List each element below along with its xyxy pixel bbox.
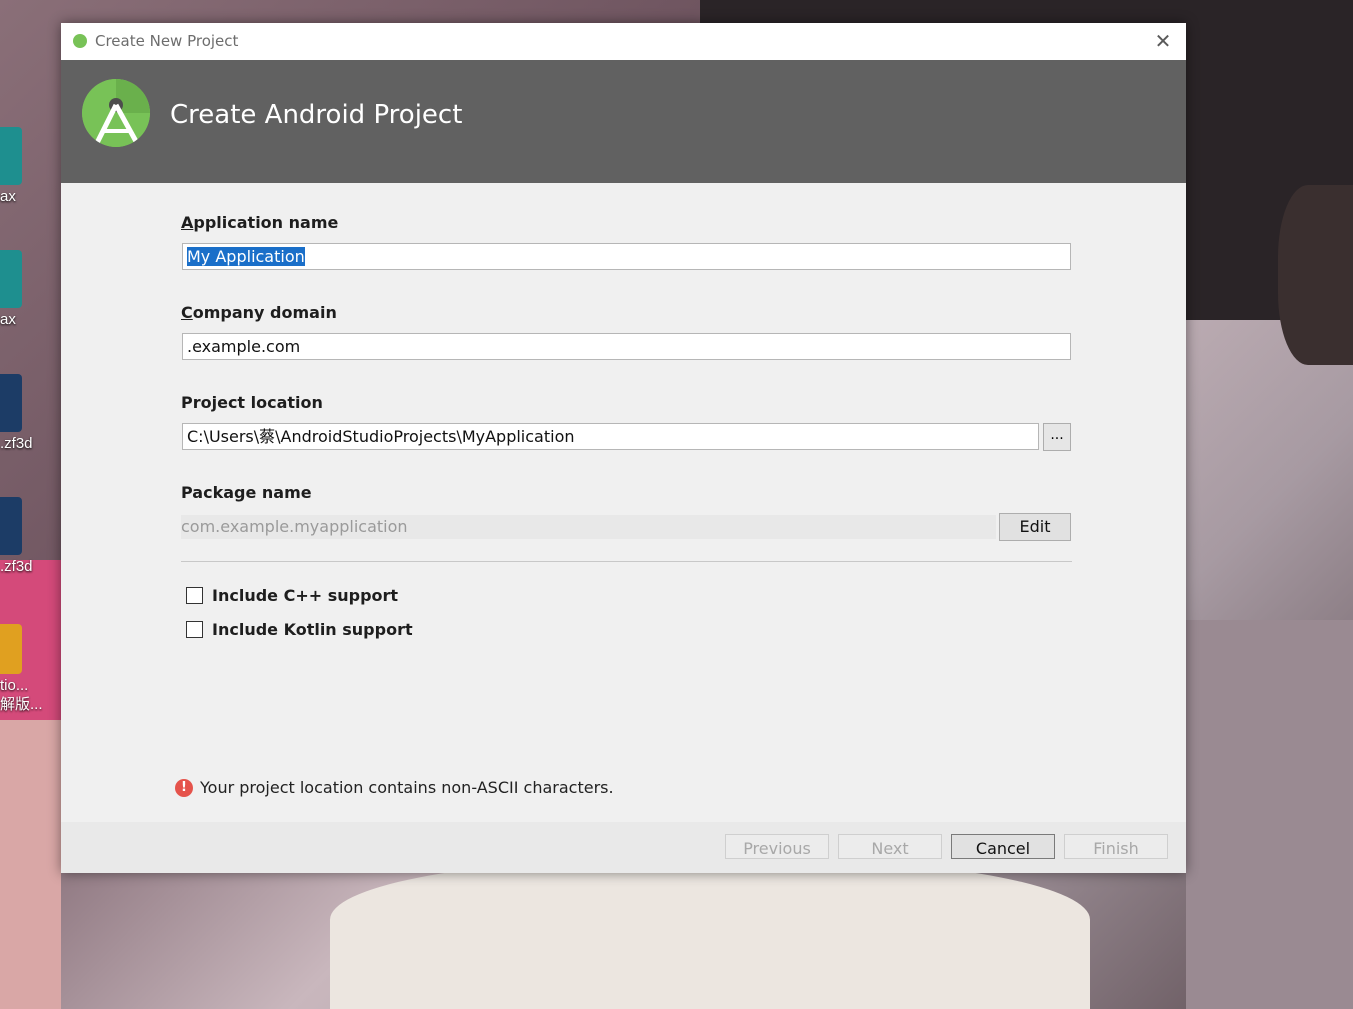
kotlin-support-checkbox[interactable] bbox=[186, 621, 203, 638]
desktop-icon-label: .zf3d bbox=[0, 558, 33, 575]
wallpaper-lamp bbox=[1278, 185, 1353, 365]
android-studio-icon bbox=[73, 34, 87, 48]
previous-button[interactable]: Previous bbox=[725, 834, 829, 859]
zf3d-icon bbox=[0, 374, 22, 432]
desktop-icon-label: .zf3d bbox=[0, 435, 33, 452]
validation-message: ! Your project location contains non-ASC… bbox=[175, 778, 614, 797]
3dsmax-icon bbox=[0, 127, 22, 185]
close-icon[interactable]: ✕ bbox=[1148, 26, 1178, 56]
desktop-icon-3dsmax[interactable]: ax bbox=[0, 127, 61, 206]
divider bbox=[181, 561, 1072, 562]
archive-icon bbox=[0, 624, 22, 674]
desktop-icon-label: tio... bbox=[0, 677, 29, 694]
finish-button[interactable]: Finish bbox=[1064, 834, 1168, 859]
edit-package-button[interactable]: Edit bbox=[999, 513, 1071, 541]
label-text: ompany domain bbox=[192, 303, 337, 322]
android-studio-logo-icon bbox=[82, 79, 150, 147]
company-domain-label: Company domain bbox=[181, 303, 337, 322]
kotlin-support-label: Include Kotlin support bbox=[212, 620, 413, 639]
label-accelerator: A bbox=[181, 213, 194, 232]
app-name-input[interactable]: My Application bbox=[182, 243, 1071, 270]
warning-text: Your project location contains non-ASCII… bbox=[200, 778, 614, 797]
create-project-dialog: Create New Project ✕ Create Android Proj… bbox=[61, 23, 1186, 873]
cpp-support-label: Include C++ support bbox=[212, 586, 399, 605]
desktop-icon-3dsmax[interactable]: ax bbox=[0, 250, 61, 329]
desktop-icon-label-line2: 解版... bbox=[0, 696, 43, 713]
label-accelerator: C bbox=[181, 303, 193, 322]
button-bar: Previous Next Cancel Finish bbox=[61, 822, 1186, 873]
error-icon: ! bbox=[175, 778, 193, 797]
next-button[interactable]: Next bbox=[838, 834, 942, 859]
title-bar[interactable]: Create New Project ✕ bbox=[61, 23, 1186, 60]
desktop-icon-zf3d[interactable]: .zf3d bbox=[0, 497, 61, 576]
desktop-icon-zf3d[interactable]: .zf3d bbox=[0, 374, 61, 453]
cpp-support-option[interactable]: Include C++ support bbox=[186, 586, 398, 605]
desktop-icon-archive[interactable]: tio... 解版... bbox=[0, 624, 61, 714]
app-name-label: Application name bbox=[181, 213, 338, 232]
label-text: pplication name bbox=[193, 213, 339, 232]
wallpaper-dress bbox=[330, 860, 1090, 1009]
page-title: Create Android Project bbox=[170, 100, 463, 130]
package-name-label: Package name bbox=[181, 483, 312, 502]
company-domain-input[interactable]: .example.com bbox=[182, 333, 1071, 360]
window-title: Create New Project bbox=[95, 32, 239, 50]
wallpaper-furniture bbox=[1186, 620, 1353, 1009]
selected-text: My Application bbox=[187, 247, 305, 266]
project-location-input[interactable]: C:\Users\蔡\AndroidStudioProjects\MyAppli… bbox=[182, 423, 1039, 450]
project-location-label: Project location bbox=[181, 393, 323, 412]
desktop-icon-label: ax bbox=[0, 311, 16, 328]
kotlin-support-option[interactable]: Include Kotlin support bbox=[186, 620, 413, 639]
cancel-button[interactable]: Cancel bbox=[951, 834, 1055, 859]
desktop-icon-label: ax bbox=[0, 188, 16, 205]
browse-button[interactable]: ... bbox=[1043, 423, 1071, 451]
zf3d-icon bbox=[0, 497, 22, 555]
3dsmax-icon bbox=[0, 250, 22, 308]
cpp-support-checkbox[interactable] bbox=[186, 587, 203, 604]
header-banner: Create Android Project bbox=[61, 60, 1186, 183]
wallpaper-hand bbox=[0, 720, 61, 1009]
package-name-value: com.example.myapplication bbox=[181, 515, 996, 539]
